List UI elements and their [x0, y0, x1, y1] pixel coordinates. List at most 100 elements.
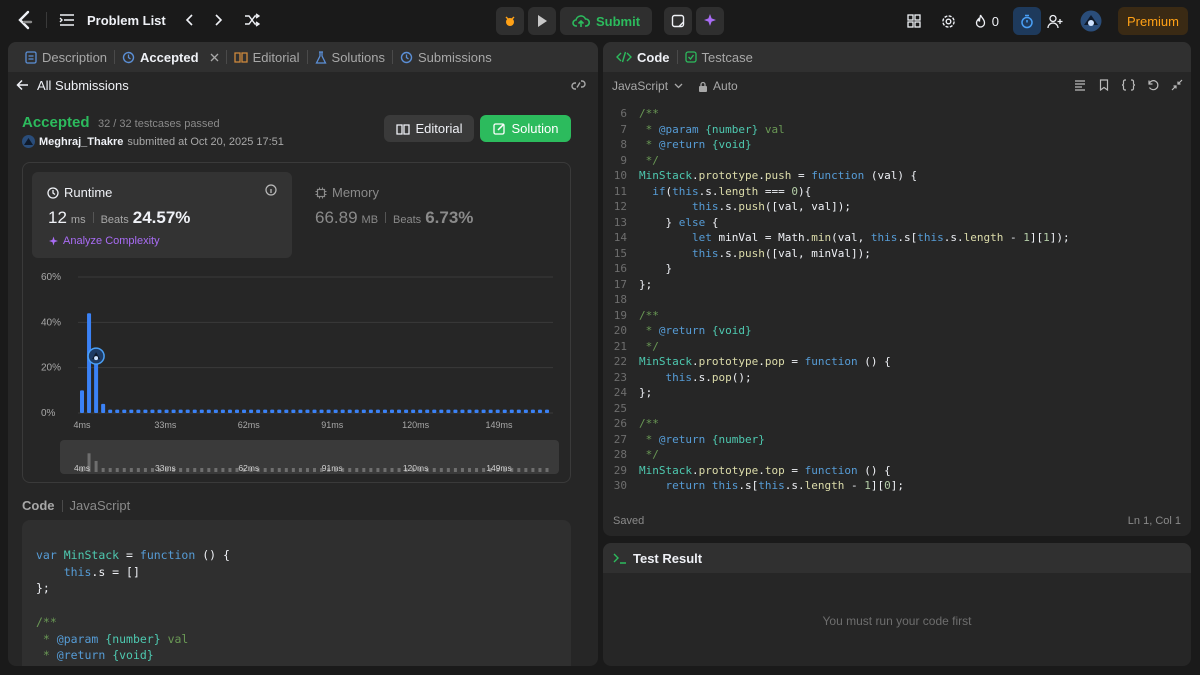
runtime-distribution-chart[interactable]: 60% 40% 20% 0% 4ms 33ms 62ms 91ms 120ms 149ms 4ms 3… [23, 266, 570, 481]
link-icon[interactable] [571, 79, 586, 91]
edit-icon [492, 122, 506, 135]
editor-line: 29 MinStack.prototype.top = function () { [603, 463, 1191, 479]
memory-card[interactable]: Memory 66.89 MB Beats 6.73% [315, 172, 535, 258]
line-number: 17 [613, 277, 627, 291]
runtime-bar [122, 409, 127, 413]
overview-bar [482, 468, 486, 472]
fire-streak-icon[interactable] [974, 14, 987, 29]
flask-icon [314, 50, 327, 64]
overview-bar [390, 468, 394, 472]
overview-tick-label: 120ms [403, 463, 429, 473]
runtime-bar [206, 409, 211, 413]
submitted-code: var MinStack = function () { this.s = []… [36, 547, 571, 664]
overview-bar [305, 468, 309, 472]
editorial-button[interactable]: Editorial [384, 115, 474, 142]
test-result-header[interactable]: Test Result [603, 543, 1191, 573]
line-text: MinStack.prototype.pop = function () { [639, 355, 891, 368]
overview-bar [136, 468, 140, 472]
username[interactable]: Meghraj_Thakre [39, 136, 123, 148]
editor-line: 19 /** [603, 308, 1191, 324]
premium-button[interactable]: Premium [1117, 7, 1188, 35]
reset-icon[interactable] [1147, 79, 1159, 91]
line-number: 12 [613, 200, 627, 213]
tab-accepted-label: Accepted [140, 49, 199, 65]
info-icon[interactable] [265, 184, 277, 196]
layout-grid-icon[interactable] [907, 14, 921, 28]
chevron-down-icon[interactable] [674, 83, 683, 89]
run-button[interactable] [528, 7, 556, 35]
add-friend-icon[interactable] [1047, 14, 1064, 29]
notes-button[interactable] [664, 7, 693, 35]
language-select[interactable]: JavaScript [612, 79, 668, 93]
debug-button[interactable] [496, 7, 524, 35]
chevron-left-icon[interactable] [184, 13, 194, 27]
runtime-bar [199, 409, 204, 413]
code-editor[interactable]: 6/** 7 * @param {number} val 8 * @return {… [603, 100, 1191, 500]
tab-submissions[interactable]: Submissions [393, 42, 499, 72]
overview-tick-label: 33ms [155, 463, 176, 473]
problem-list-link[interactable]: Problem List [87, 13, 166, 28]
ai-assist-button[interactable] [696, 7, 725, 35]
runtime-bar [305, 409, 310, 413]
code-language: JavaScript [69, 498, 131, 513]
code-line: this.s = [] [63, 564, 140, 579]
line-number: 23 [613, 370, 627, 384]
test-result-panel: Test Result You must run your code first [603, 543, 1191, 666]
runtime-bar [418, 409, 423, 413]
shuffle-icon[interactable] [244, 13, 260, 27]
runtime-card[interactable]: Runtime 12 ms Beats 24.57% Analyze Compl… [32, 172, 292, 258]
close-icon[interactable] [210, 53, 219, 62]
runtime-bar [467, 409, 472, 413]
problem-list-icon[interactable] [59, 13, 75, 27]
y-tick-label: 40% [41, 317, 61, 328]
analyze-complexity-link[interactable]: Analyze Complexity [48, 235, 160, 247]
editor-line: 15 this.s.push([val, minVal]); [603, 246, 1191, 262]
tab-accepted[interactable]: Accepted [115, 42, 226, 72]
avatar[interactable] [1080, 10, 1102, 32]
timer-button[interactable] [1012, 7, 1041, 35]
overview-bar [383, 468, 387, 472]
submit-button[interactable]: Submit [560, 7, 653, 35]
braces-icon[interactable] [1122, 79, 1135, 91]
history-icon [400, 51, 413, 64]
solution-button[interactable]: Solution [480, 115, 571, 142]
gear-icon[interactable] [941, 14, 956, 29]
line-text: * @param {number} val [639, 122, 785, 136]
tab-editorial[interactable]: Editorial [227, 42, 307, 72]
editor-line: 16 } [603, 261, 1191, 277]
runtime-bar [312, 409, 317, 413]
tab-submissions-label: Submissions [418, 49, 492, 65]
tab-testcase[interactable]: Testcase [678, 42, 760, 72]
line-text: MinStack.prototype.push = function (val)… [639, 169, 918, 182]
leetcode-logo-icon[interactable] [16, 10, 34, 30]
format-icon[interactable] [1074, 79, 1086, 91]
tab-code[interactable]: Code [609, 42, 677, 72]
line-number: 6 [620, 107, 627, 120]
line-text: /** [639, 107, 659, 120]
editor-line: 8 * @return {void} [603, 137, 1191, 153]
lock-icon [698, 81, 708, 92]
tab-description[interactable]: Description [18, 42, 114, 72]
all-submissions-link[interactable]: All Submissions [37, 78, 129, 93]
submitted-code-block[interactable]: var MinStack = function () { this.s = []… [22, 520, 571, 666]
chevron-right-icon[interactable] [214, 13, 224, 27]
runtime-bar [333, 409, 338, 413]
runtime-bar [270, 409, 275, 413]
auto-mode[interactable]: Auto [713, 79, 738, 93]
bookmark-icon[interactable] [1098, 79, 1110, 91]
overview-bar [150, 468, 154, 472]
editor-toolbar: JavaScript Auto [603, 72, 1191, 100]
stopwatch-icon [1020, 14, 1034, 29]
arrow-left-icon[interactable] [16, 79, 29, 91]
runtime-bar [192, 409, 197, 413]
cloud-upload-icon [572, 14, 590, 28]
line-text: this.s.push([val, minVal]); [691, 246, 871, 260]
runtime-bar [390, 409, 394, 413]
editor-panel: Code Testcase JavaScript Auto 6 /** 7 * @p… [603, 42, 1191, 536]
editor-line: 14 let minVal = Math.min(val, this.s[thi… [603, 230, 1191, 246]
tab-solutions[interactable]: Solutions [308, 42, 392, 72]
note-icon [671, 14, 685, 28]
collapse-icon[interactable] [1171, 79, 1183, 91]
editor-line: 11 if(this.s.length === 0){ [603, 184, 1191, 200]
overview-bar [538, 468, 542, 472]
